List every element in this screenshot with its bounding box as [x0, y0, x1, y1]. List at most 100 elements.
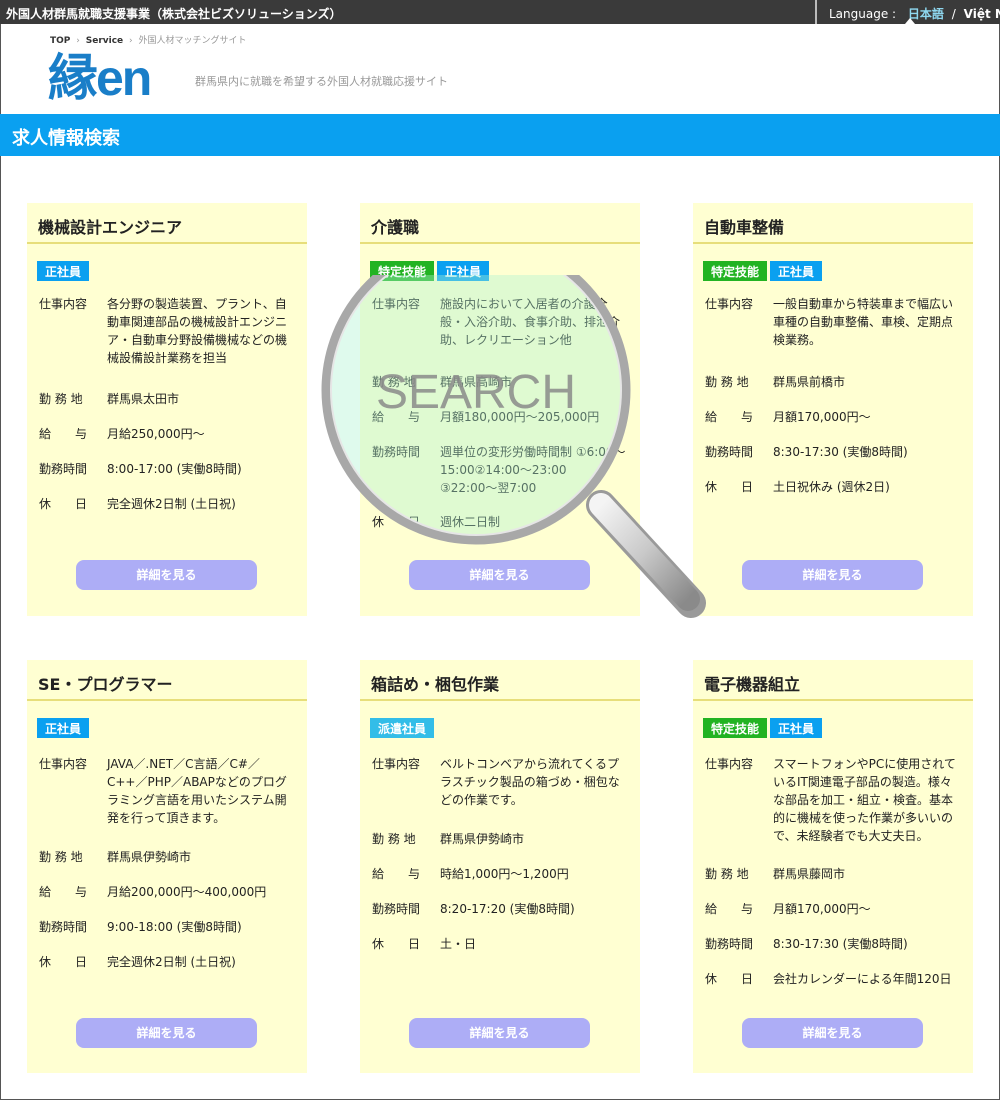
- language-label: Language :: [829, 7, 897, 21]
- job-detail-label: 休 日: [39, 955, 88, 969]
- page-title-bar: 求人情報検索: [0, 114, 1000, 156]
- view-details-button[interactable]: 詳細を見る: [409, 560, 590, 590]
- job-detail-value: 群馬県藤岡市: [773, 867, 846, 881]
- job-detail-label: 給 与: [39, 885, 88, 899]
- job-detail-label: 勤 務 地: [39, 850, 83, 864]
- job-title: 機械設計エンジニア: [27, 203, 307, 244]
- job-detail-value: 土日祝休み (週休2日): [773, 480, 890, 494]
- view-details-button[interactable]: 詳細を見る: [742, 1018, 923, 1048]
- job-detail-label: 給 与: [39, 427, 88, 441]
- job-detail-value: 8:30-17:30 (実働8時間): [773, 937, 908, 951]
- job-detail-value: 月給250,000円〜: [107, 427, 205, 441]
- job-detail-label: 仕事内容: [372, 297, 421, 311]
- job-detail-value: 群馬県太田市: [107, 392, 180, 406]
- job-title: 電子機器組立: [693, 660, 973, 701]
- breadcrumb: TOP › Service › 外国人材マッチングサイト: [50, 36, 247, 46]
- job-card: 機械設計エンジニア正社員仕事内容 各分野の製造装置、プラント、自動車関連部品の機械…: [27, 203, 307, 616]
- job-detail-value: 8:30-17:30 (実働8時間): [773, 445, 908, 459]
- job-detail-label: 勤 務 地: [705, 867, 749, 881]
- job-card: SE・プログラマー正社員仕事内容 JAVA／.NET／C言語／C#／C++／PH…: [27, 660, 307, 1073]
- employment-type-badge: 正社員: [37, 261, 90, 281]
- job-detail-label: 給 与: [372, 410, 421, 424]
- job-detail-value: 月額180,000円〜205,000円: [440, 410, 600, 424]
- job-detail-label: 勤務時間: [39, 462, 88, 476]
- job-detail-value: 9:00-18:00 (実働8時間): [107, 920, 242, 934]
- view-details-button[interactable]: 詳細を見る: [76, 560, 257, 590]
- employment-type-badge: 正社員: [770, 718, 823, 738]
- page-title: 求人情報検索: [12, 128, 120, 149]
- job-title: SE・プログラマー: [27, 660, 307, 701]
- job-card: 電子機器組立特定技能 正社員仕事内容 スマートフォンやPCに使用されているIT関連電…: [693, 660, 973, 1073]
- job-tags: 特定技能 正社員: [703, 261, 825, 281]
- job-detail-label: 仕事内容: [705, 757, 754, 771]
- job-detail-label: 勤務時間: [372, 902, 421, 916]
- job-detail-label: 勤 務 地: [705, 375, 749, 389]
- job-detail-value: スマートフォンやPCに使用されているIT関連電子部品の製造。様々な部品を加工・組…: [773, 757, 956, 843]
- job-detail-label: 勤 務 地: [372, 375, 416, 389]
- employment-type-badge: 正社員: [37, 718, 90, 738]
- en-logo[interactable]: 縁en: [46, 50, 191, 104]
- job-detail-label: 休 日: [372, 937, 421, 951]
- job-detail-value: 群馬県高崎市: [440, 375, 513, 389]
- breadcrumb-top[interactable]: TOP: [50, 36, 70, 46]
- view-details-button[interactable]: 詳細を見る: [76, 1018, 257, 1048]
- job-detail-value: 月額170,000円〜: [773, 902, 871, 916]
- language-vietnamese-link[interactable]: Việt Nam: [964, 7, 1000, 21]
- job-detail-value: ベルトコンベアから流れてくるプラスチック製品の箱づめ・梱包などの作業です。: [440, 757, 620, 807]
- job-detail-label: 休 日: [705, 972, 754, 986]
- breadcrumb-current: 外国人材マッチングサイト: [138, 36, 247, 46]
- job-title: 自動車整備: [693, 203, 973, 244]
- employment-type-badge: 特定技能: [370, 261, 435, 281]
- job-detail-value: 月額170,000円〜: [773, 410, 871, 424]
- language-separator: /: [951, 7, 956, 21]
- job-tags: 正社員: [37, 718, 92, 738]
- job-detail-label: 休 日: [372, 515, 421, 529]
- job-detail-label: 仕事内容: [372, 757, 421, 771]
- job-card: 自動車整備 特定技能 正社員 仕事内容 一般自動車から特装車まで幅広い車種の自動車整備、…: [693, 203, 973, 616]
- job-card: 介護職特定技能 正社員仕事内容 施設内において入居者の介護全般・入浴介助、食事介助、…: [360, 203, 640, 616]
- job-detail-value: 会社カレンダーによる年間120日: [773, 972, 952, 986]
- job-detail-label: 勤 務 地: [372, 832, 416, 846]
- top-bar: 外国人材群馬就職支援事業（株式会社ビズソリューションズ） Language : …: [0, 0, 1000, 24]
- job-detail-value: JAVA／.NET／C言語／C#／C++／PHP／ABAPなどのプログラミング言…: [107, 757, 287, 825]
- job-title: 箱詰め・梱包作業: [360, 660, 640, 701]
- job-detail-value: 土・日: [440, 937, 477, 951]
- job-title: 介護職: [360, 203, 640, 244]
- job-tags: 派遣社員: [370, 718, 437, 738]
- job-detail-label: 勤 務 地: [39, 392, 83, 406]
- job-tags: 正社員: [37, 261, 92, 281]
- job-detail-value: 群馬県伊勢崎市: [440, 832, 525, 846]
- job-detail-value: 月給200,000円〜400,000円: [107, 885, 267, 899]
- employment-type-badge: 派遣社員: [370, 718, 435, 738]
- job-detail-label: 給 与: [705, 902, 754, 916]
- job-detail-value: 施設内において入居者の介護全般・入浴介助、食事介助、排泄介助、レクリエーション他: [440, 297, 621, 347]
- job-detail-value: 群馬県伊勢崎市: [107, 850, 192, 864]
- job-detail-value: 8:20-17:20 (実働8時間): [440, 902, 575, 916]
- job-detail-value: 群馬県前橋市: [773, 375, 846, 389]
- employment-type-badge: 正社員: [437, 261, 490, 281]
- job-detail-value: 週休二日制: [440, 515, 501, 529]
- job-detail-label: 勤務時間: [705, 445, 754, 459]
- job-detail-label: 休 日: [705, 480, 754, 494]
- job-tags: 特定技能 正社員: [370, 261, 492, 281]
- breadcrumb-service[interactable]: Service: [86, 36, 123, 46]
- job-detail-label: 仕事内容: [39, 757, 88, 771]
- language-caret-icon: [905, 18, 915, 24]
- job-detail-label: 勤務時間: [705, 937, 754, 951]
- job-detail-label: 仕事内容: [39, 297, 88, 311]
- job-detail-value: 完全週休2日制 (土日祝): [107, 955, 236, 969]
- logo-text: 縁en: [48, 50, 150, 104]
- view-details-button[interactable]: 詳細を見る: [409, 1018, 590, 1048]
- job-card: 箱詰め・梱包作業派遣社員仕事内容 ベルトコンベアから流れてくるプラスチック製品の箱…: [360, 660, 640, 1073]
- job-detail-label: 勤務時間: [372, 445, 421, 459]
- employment-type-badge: 正社員: [770, 261, 823, 281]
- job-tags: 特定技能 正社員: [703, 718, 825, 738]
- view-details-button[interactable]: 詳細を見る: [742, 560, 923, 590]
- job-detail-label: 給 与: [705, 410, 754, 424]
- job-detail-value: 各分野の製造装置、プラント、自動車関連部品の機械設計エンジニア・自動車分野設備機…: [107, 297, 288, 365]
- job-detail-value: 完全週休2日制 (土日祝): [107, 497, 236, 511]
- job-detail-label: 給 与: [372, 867, 421, 881]
- employment-type-badge: 特定技能: [703, 261, 768, 281]
- job-detail-value: 時給1,000円〜1,200円: [440, 867, 569, 881]
- job-detail-value: 8:00-17:00 (実働8時間): [107, 462, 242, 476]
